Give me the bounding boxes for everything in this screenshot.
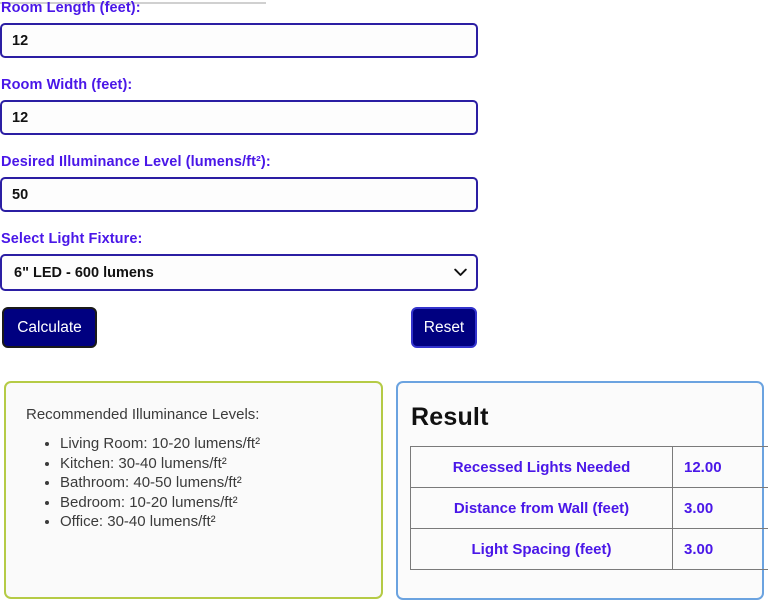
light-fixture-select-wrap[interactable]: 6" LED - 600 lumens xyxy=(0,254,478,291)
result-row-label: Recessed Lights Needed xyxy=(410,446,673,488)
recommendations-panel: Recommended Illuminance Levels: Living R… xyxy=(4,381,383,599)
light-fixture-label: Select Light Fixture: xyxy=(1,231,143,247)
result-row-value: 3.00 xyxy=(672,528,768,570)
room-length-input[interactable] xyxy=(0,23,478,58)
calculate-button[interactable]: Calculate xyxy=(2,307,97,348)
illuminance-level-label: Desired Illuminance Level (lumens/ft²): xyxy=(1,154,271,170)
result-panel: Result Recessed Lights Needed 12.00 Dist… xyxy=(396,381,768,600)
form-buttons: Calculate Reset xyxy=(0,307,490,351)
list-item: Bedroom: 10-20 lumens/ft² xyxy=(60,493,363,513)
table-row: Light Spacing (feet) 3.00 xyxy=(410,528,768,570)
room-width-input[interactable] xyxy=(0,100,478,135)
room-length-label: Room Length (feet): xyxy=(1,0,141,16)
table-row: Recessed Lights Needed 12.00 xyxy=(410,446,768,488)
result-row-value: 3.00 xyxy=(672,487,768,529)
result-table: Recessed Lights Needed 12.00 Distance fr… xyxy=(410,446,768,570)
lower-panels: Recommended Illuminance Levels: Living R… xyxy=(0,381,768,603)
list-item: Bathroom: 40-50 lumens/ft² xyxy=(60,473,363,493)
result-title: Result xyxy=(411,403,489,431)
reset-button[interactable]: Reset xyxy=(411,307,477,348)
list-item: Office: 30-40 lumens/ft² xyxy=(60,512,363,532)
recommendations-list: Living Room: 10-20 lumens/ft² Kitchen: 3… xyxy=(24,434,363,532)
list-item: Kitchen: 30-40 lumens/ft² xyxy=(60,454,363,474)
recommendations-title: Recommended Illuminance Levels: xyxy=(26,406,260,423)
result-row-value: 12.00 xyxy=(672,446,768,488)
result-row-label: Light Spacing (feet) xyxy=(410,528,673,570)
lighting-calculator-form: Room Length (feet): Room Width (feet): D… xyxy=(0,0,768,351)
room-width-label: Room Width (feet): xyxy=(1,77,133,93)
result-row-label: Distance from Wall (feet) xyxy=(410,487,673,529)
list-item: Living Room: 10-20 lumens/ft² xyxy=(60,434,363,454)
illuminance-level-input[interactable] xyxy=(0,177,478,212)
light-fixture-select[interactable]: 6" LED - 600 lumens xyxy=(0,254,478,291)
table-row: Distance from Wall (feet) 3.00 xyxy=(410,487,768,529)
